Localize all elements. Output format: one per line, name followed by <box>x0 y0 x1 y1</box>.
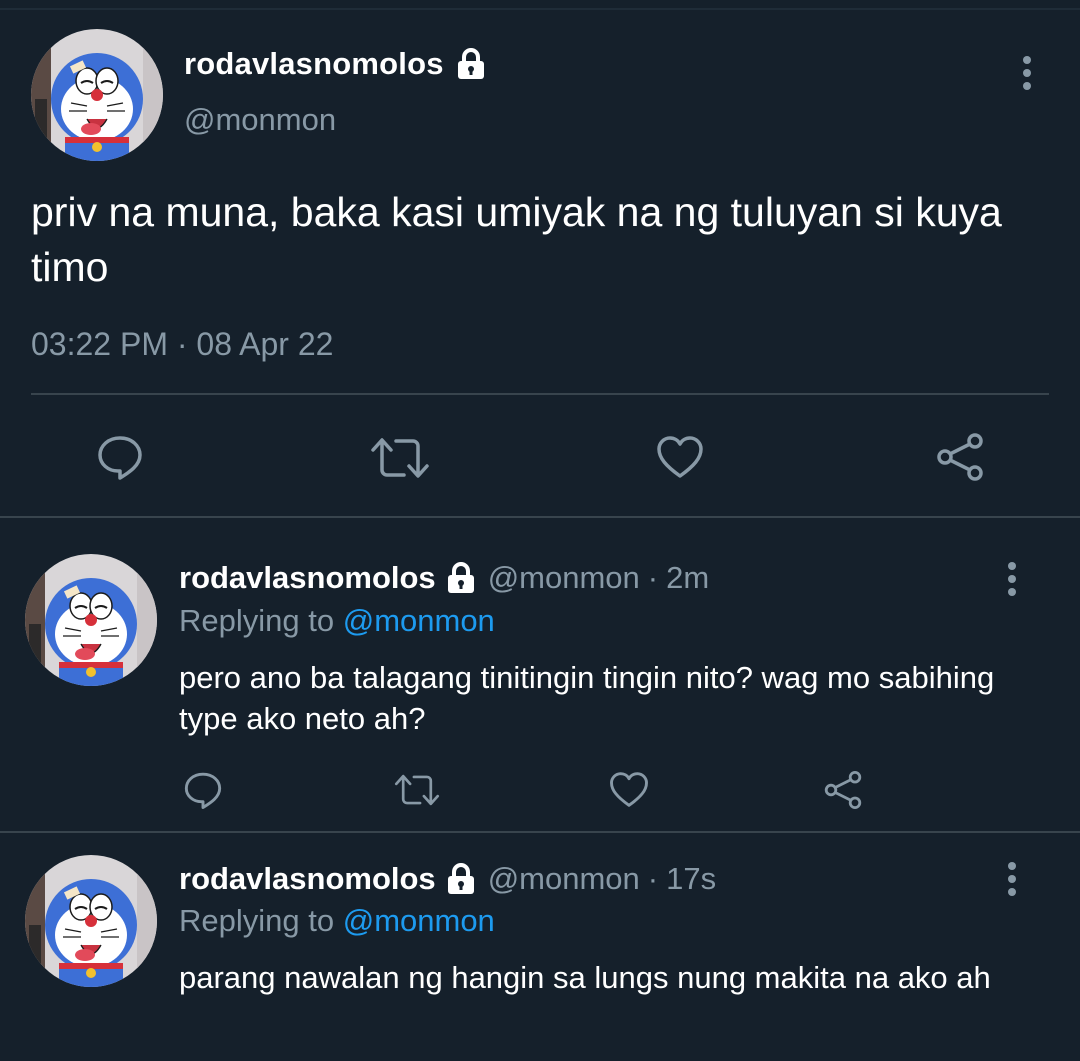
lock-icon <box>454 47 488 81</box>
retweet-icon[interactable] <box>394 772 440 808</box>
replying-to-mention[interactable]: @monmon <box>343 903 495 938</box>
more-options-icon[interactable] <box>1020 56 1034 96</box>
reply-text: parang nawalan ng hangin sa lungs nung m… <box>179 960 991 995</box>
share-icon[interactable] <box>935 432 985 482</box>
divider <box>31 393 1049 395</box>
tweet-text: priv na muna, baka kasi umiyak na ng tul… <box>31 189 1002 290</box>
avatar[interactable] <box>25 554 157 686</box>
replying-to: Replying to @monmon <box>179 603 495 639</box>
reply-time[interactable]: 2m <box>666 560 709 596</box>
like-icon[interactable] <box>656 435 704 479</box>
like-icon[interactable] <box>609 771 649 808</box>
reply-icon[interactable] <box>96 433 144 481</box>
reply-author-name[interactable]: rodavlasnomolos <box>179 861 436 897</box>
reply-header: rodavlasnomolos @monmon · 2m <box>179 560 709 596</box>
more-options-icon[interactable] <box>1005 562 1019 602</box>
author-handle[interactable]: @monmon <box>184 102 336 138</box>
avatar[interactable] <box>31 29 163 161</box>
reply-author-name[interactable]: rodavlasnomolos <box>179 560 436 596</box>
reply-text: pero ano ba talagang tinitingin tingin n… <box>179 660 995 736</box>
separator: · <box>647 560 659 595</box>
lock-icon <box>444 561 478 595</box>
reply-icon[interactable] <box>183 770 223 810</box>
reply-handle[interactable]: @monmon <box>488 560 640 596</box>
reply-header: rodavlasnomolos @monmon · 17s <box>179 861 716 897</box>
replying-to-label: Replying to <box>179 603 335 638</box>
top-divider <box>0 8 1080 10</box>
author-display-name[interactable]: rodavlasnomolos <box>184 46 444 82</box>
divider <box>0 516 1080 518</box>
share-icon[interactable] <box>823 770 863 810</box>
replying-to: Replying to @monmon <box>179 903 495 939</box>
tweet-timestamp[interactable]: 03:22 PM · 08 Apr 22 <box>31 326 333 363</box>
replying-to-mention[interactable]: @monmon <box>343 603 495 638</box>
lock-icon <box>444 862 478 896</box>
replying-to-label: Replying to <box>179 903 335 938</box>
reply-time[interactable]: 17s <box>666 861 716 897</box>
retweet-icon[interactable] <box>370 436 430 480</box>
author-name-row[interactable]: rodavlasnomolos <box>184 46 488 82</box>
more-options-icon[interactable] <box>1005 862 1019 902</box>
avatar[interactable] <box>25 855 157 987</box>
divider <box>0 831 1080 833</box>
reply-handle[interactable]: @monmon <box>488 861 640 897</box>
separator: · <box>647 861 659 896</box>
